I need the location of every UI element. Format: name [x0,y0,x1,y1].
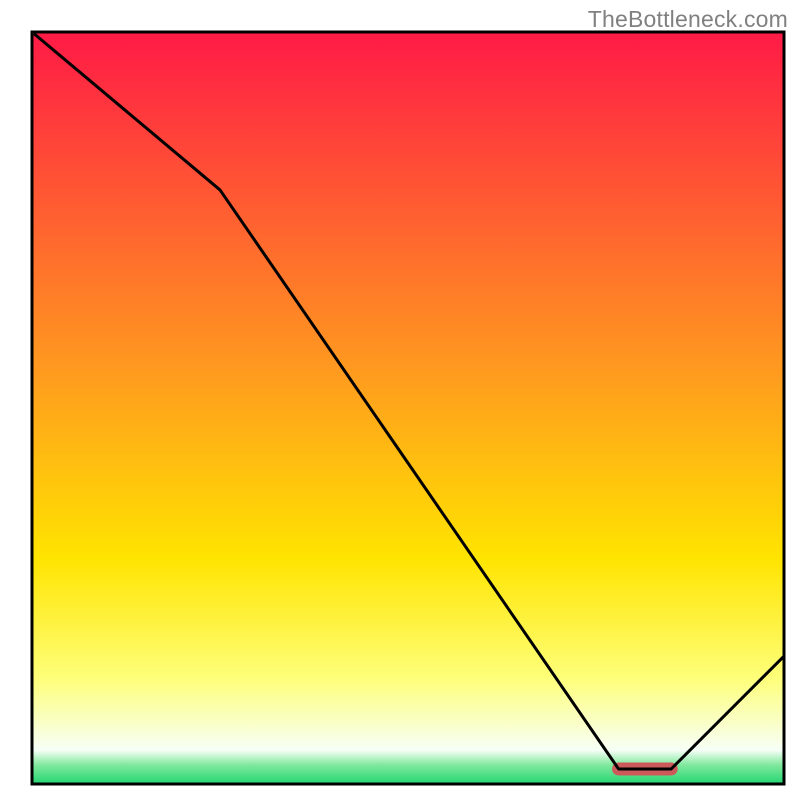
bottleneck-chart [0,0,800,800]
watermark-text: TheBottleneck.com [588,6,788,33]
chart-background-gradient [32,32,784,784]
